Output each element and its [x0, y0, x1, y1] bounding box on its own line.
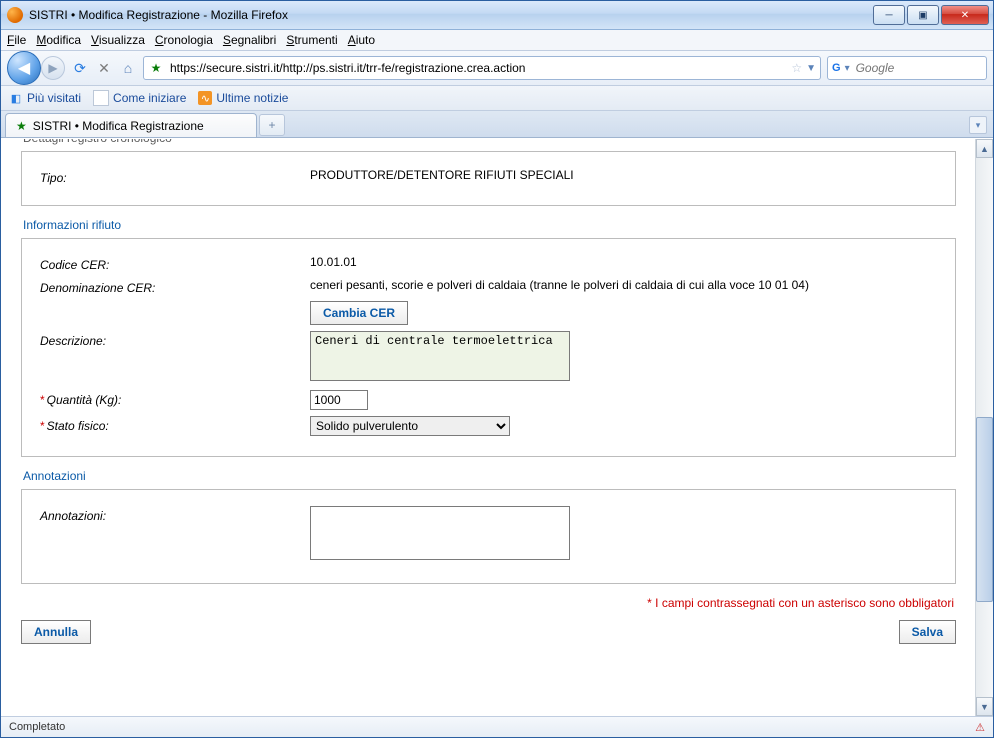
bookmark-getting-started[interactable]: Come iniziare [93, 90, 186, 106]
menu-segnalibri[interactable]: Segnalibri [223, 33, 276, 47]
required-fields-note: * I campi contrassegnati con un asterisc… [21, 596, 954, 610]
window-buttons: ─ ▣ ✕ [871, 5, 989, 25]
annotazioni-box: Annotazioni: [21, 489, 956, 584]
annotazioni-label: Annotazioni: [40, 506, 310, 523]
menu-file[interactable]: File [7, 33, 26, 47]
navigation-toolbar: ◀ ▶ ⟳ ✕ ⌂ ★ ☆ ▼ G ▾ 🔍 [1, 51, 993, 86]
stato-fisico-label: *Stato fisico: [40, 416, 310, 433]
action-bar: Annulla Salva [21, 620, 956, 644]
registry-details-box: Tipo: PRODUTTORE/DETENTORE RIFIUTI SPECI… [21, 151, 956, 206]
descrizione-label: Descrizione: [40, 331, 310, 348]
tipo-value: PRODUTTORE/DETENTORE RIFIUTI SPECIALI [310, 168, 937, 182]
scroll-up-button[interactable]: ▲ [976, 139, 993, 158]
vertical-scrollbar[interactable]: ▲ ▼ [975, 139, 993, 716]
bookmark-latest-news[interactable]: ∿ Ultime notizie [198, 91, 288, 105]
tipo-label: Tipo: [40, 168, 310, 185]
tab-active[interactable]: ★ SISTRI • Modifica Registrazione [5, 113, 257, 137]
tab-strip: ★ SISTRI • Modifica Registrazione + ▾ [1, 111, 993, 138]
menu-cronologia[interactable]: Cronologia [155, 33, 213, 47]
stato-fisico-select[interactable]: Solido pulverulento [310, 416, 510, 436]
search-bar[interactable]: G ▾ 🔍 [827, 56, 987, 80]
bookmark-label: Ultime notizie [216, 91, 288, 105]
browser-window: SISTRI • Modifica Registrazione - Mozill… [0, 0, 994, 738]
status-text: Completato [9, 721, 65, 733]
window-title: SISTRI • Modifica Registrazione - Mozill… [29, 8, 871, 22]
scrollbar-track[interactable] [976, 158, 993, 697]
menu-bar: File Modifica Visualizza Cronologia Segn… [1, 30, 993, 51]
denominazione-cer-label: Denominazione CER: [40, 278, 310, 295]
annotazioni-textarea[interactable] [310, 506, 570, 560]
bookmark-label: Come iniziare [113, 91, 186, 105]
bookmarks-toolbar: ◧ Più visitati Come iniziare ∿ Ultime no… [1, 86, 993, 111]
close-button[interactable]: ✕ [941, 5, 989, 25]
url-dropdown-icon[interactable]: ▼ [806, 63, 816, 74]
descrizione-textarea[interactable]: Ceneri di centrale termoelettrica [310, 331, 570, 381]
new-tab-button[interactable]: + [259, 114, 285, 136]
scroll-down-button[interactable]: ▼ [976, 697, 993, 716]
status-warning-icon[interactable]: ⚠ [975, 721, 985, 734]
tab-list-button[interactable]: ▾ [969, 116, 987, 134]
forward-button[interactable]: ▶ [41, 56, 65, 80]
maximize-button[interactable]: ▣ [907, 5, 939, 25]
annulla-button[interactable]: Annulla [21, 620, 91, 644]
page-body: Dettagli registro cronologico Tipo: PROD… [1, 139, 976, 664]
quantita-input[interactable] [310, 390, 368, 410]
scrollbar-thumb[interactable] [976, 417, 993, 602]
google-icon[interactable]: G [832, 61, 841, 75]
firefox-icon [7, 7, 23, 23]
site-identity-icon[interactable]: ★ [148, 60, 164, 76]
salva-button[interactable]: Salva [899, 620, 956, 644]
informazioni-rifiuto-box: Codice CER: 10.01.01 Denominazione CER: … [21, 238, 956, 457]
menu-modifica[interactable]: Modifica [36, 33, 81, 47]
reload-icon[interactable]: ⟳ [71, 59, 89, 77]
minimize-button[interactable]: ─ [873, 5, 905, 25]
cambia-cer-button[interactable]: Cambia CER [310, 301, 408, 325]
codice-cer-value: 10.01.01 [310, 255, 937, 269]
tab-favicon: ★ [16, 119, 27, 133]
search-input[interactable] [854, 60, 994, 76]
url-input[interactable] [168, 60, 787, 76]
denominazione-cer-value: ceneri pesanti, scorie e polveri di cald… [310, 278, 937, 292]
section-informazioni-rifiuto: Informazioni rifiuto [23, 218, 956, 232]
truncated-section-title: Dettagli registro cronologico [23, 139, 956, 145]
home-icon[interactable]: ⌂ [119, 59, 137, 77]
menu-visualizza[interactable]: Visualizza [91, 33, 145, 47]
url-bar[interactable]: ★ ☆ ▼ [143, 56, 821, 80]
status-bar: Completato ⚠ [1, 716, 993, 737]
bookmark-most-visited[interactable]: ◧ Più visitati [9, 91, 81, 105]
most-visited-icon: ◧ [9, 91, 23, 105]
menu-strumenti[interactable]: Strumenti [286, 33, 337, 47]
back-button[interactable]: ◀ [7, 51, 41, 85]
menu-aiuto[interactable]: Aiuto [348, 33, 375, 47]
quantita-label: *Quantità (Kg): [40, 390, 310, 407]
codice-cer-label: Codice CER: [40, 255, 310, 272]
content-viewport: Dettagli registro cronologico Tipo: PROD… [1, 138, 993, 716]
bookmark-star-icon[interactable]: ☆ [791, 61, 802, 75]
tab-label: SISTRI • Modifica Registrazione [33, 119, 204, 133]
document-icon [93, 90, 109, 106]
stop-icon[interactable]: ✕ [95, 59, 113, 77]
rss-icon: ∿ [198, 91, 212, 105]
search-engine-dropdown-icon[interactable]: ▾ [845, 63, 850, 74]
section-annotazioni: Annotazioni [23, 469, 956, 483]
content-scroll: Dettagli registro cronologico Tipo: PROD… [1, 139, 976, 716]
window-titlebar: SISTRI • Modifica Registrazione - Mozill… [1, 1, 993, 30]
bookmark-label: Più visitati [27, 91, 81, 105]
